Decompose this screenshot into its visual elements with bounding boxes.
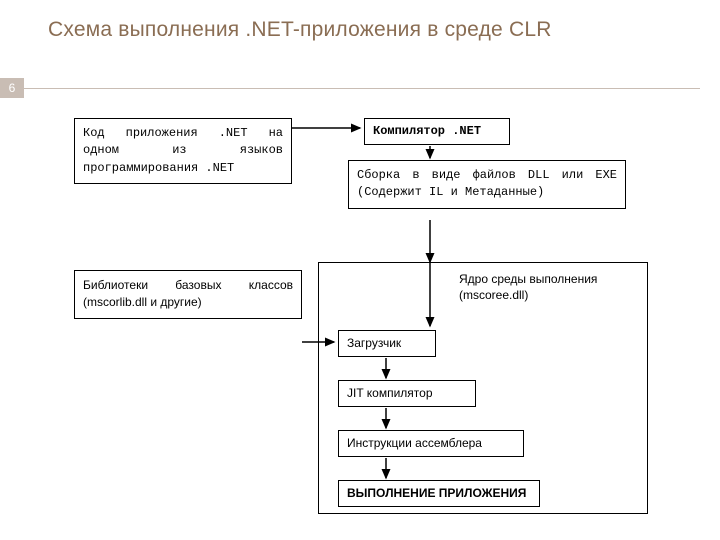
diagram-canvas: Код приложения .NET на одном из языков п… xyxy=(0,0,720,540)
box-source: Код приложения .NET на одном из языков п… xyxy=(74,118,292,184)
box-asm: Инструкции ассемблера xyxy=(338,430,524,457)
box-exec: ВЫПОЛНЕНИЕ ПРИЛОЖЕНИЯ xyxy=(338,480,540,507)
label-core: Ядро среды выполнения (mscoree.dll) xyxy=(459,271,635,303)
box-bcl: Библиотеки базовых классов (mscorlib.dll… xyxy=(74,270,302,319)
box-jit: JIT компилятор xyxy=(338,380,476,407)
box-loader: Загрузчик xyxy=(338,330,436,357)
box-compiler: Компилятор .NET xyxy=(364,118,510,145)
box-assembly: Сборка в виде файлов DLL или EXE (Содерж… xyxy=(348,160,626,209)
